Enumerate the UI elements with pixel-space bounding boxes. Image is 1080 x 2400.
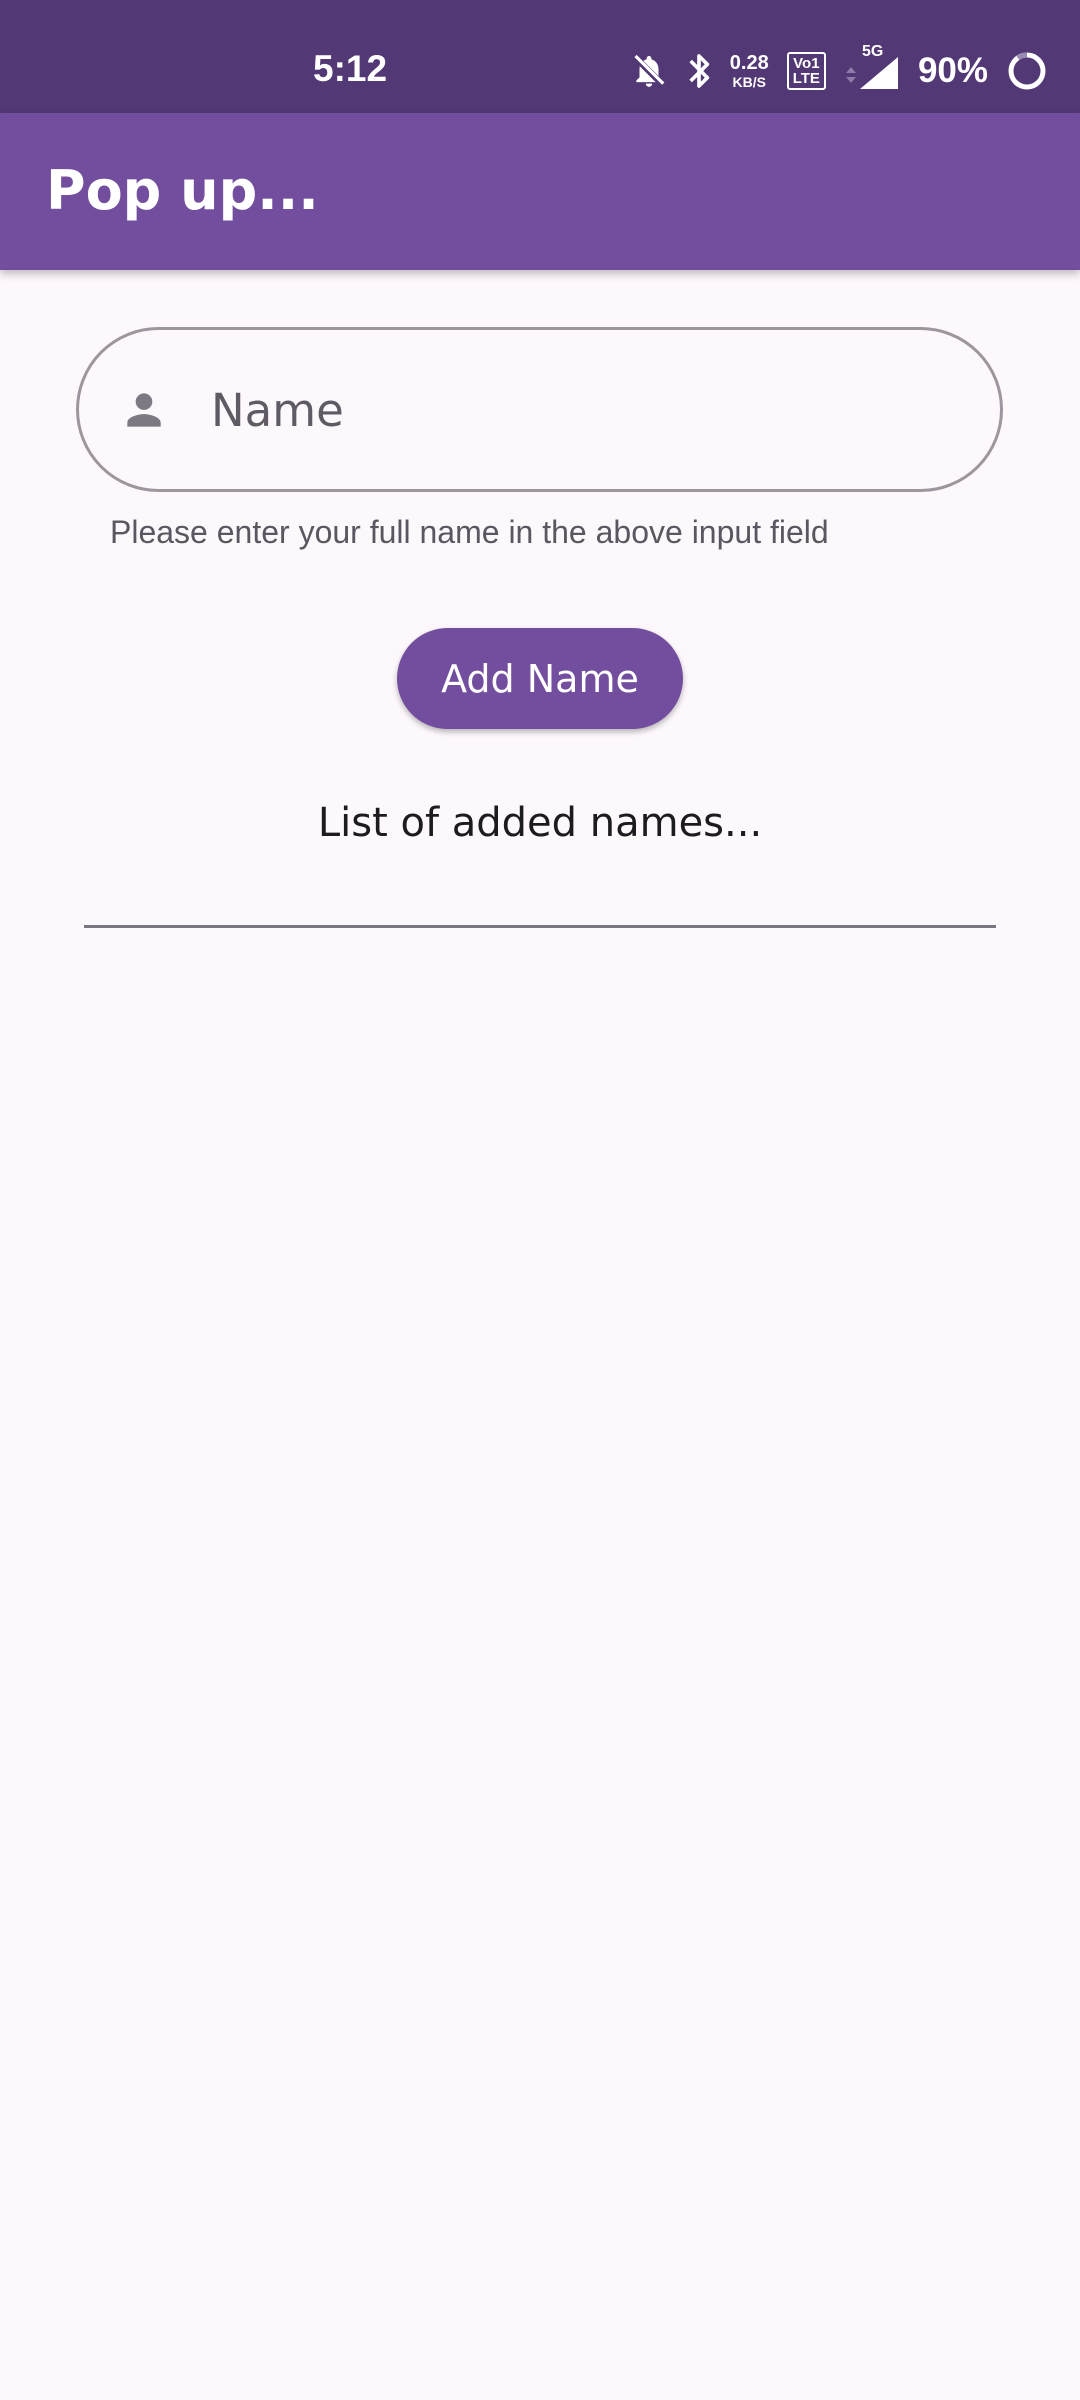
list-heading: List of added names... <box>317 800 763 846</box>
bell-off-icon <box>630 51 668 91</box>
status-bar: 5:12 0.28 KB/S Vo1 LTE 5G 90% <box>0 0 1080 113</box>
person-icon <box>119 385 169 435</box>
add-name-button[interactable]: Add Name <box>397 628 683 729</box>
list-divider <box>84 925 996 928</box>
name-helper-text: Please enter your full name in the above… <box>110 514 829 550</box>
status-icons: 0.28 KB/S Vo1 LTE 5G 90% <box>630 43 1048 96</box>
battery-percent: 90% <box>917 51 988 90</box>
network-speed: 0.28 KB/S <box>730 53 769 89</box>
name-input[interactable] <box>211 360 951 460</box>
volte-bottom: LTE <box>792 70 820 87</box>
network-speed-value: 0.28 <box>729 52 769 74</box>
volte-top: Vo1 <box>793 55 820 72</box>
app-title: Pop up... <box>46 159 319 222</box>
name-field[interactable] <box>76 327 1003 492</box>
signal-icon: 5G <box>844 43 900 91</box>
status-time: 5:12 <box>313 48 388 89</box>
volte-icon: Vo1 LTE <box>786 52 826 90</box>
network-speed-unit: KB/S <box>732 74 766 90</box>
battery-ring-icon <box>1006 50 1048 92</box>
bluetooth-icon <box>686 51 712 91</box>
app-bar: Pop up... <box>0 113 1080 270</box>
